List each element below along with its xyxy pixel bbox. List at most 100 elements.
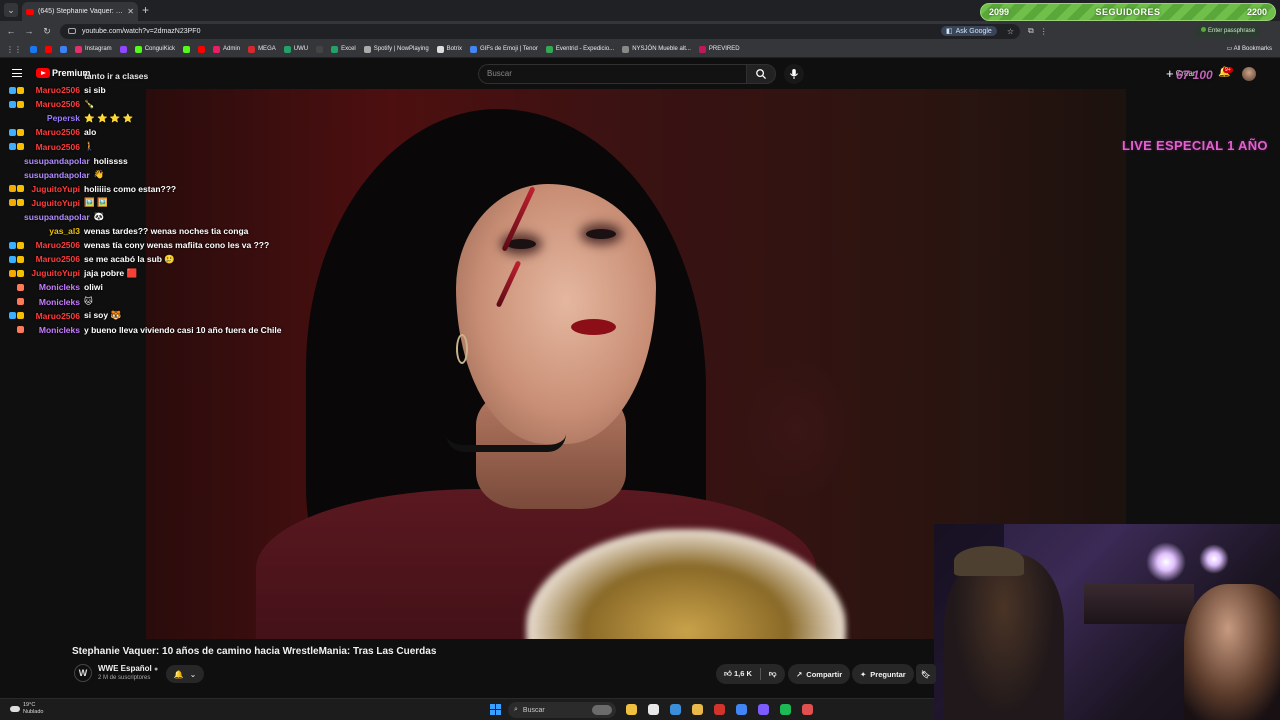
taskbar-app-icon[interactable] <box>648 704 659 715</box>
save-button[interactable]: 🔖︎ <box>916 664 936 684</box>
new-tab-button[interactable]: + <box>142 3 149 17</box>
chat-text: jaja pobre 🟥 <box>84 267 138 278</box>
bookmark-item[interactable]: UWU <box>283 45 308 53</box>
chat-message: Maruo2506 si sib <box>0 83 300 97</box>
channel-name[interactable]: WWE Español ● <box>98 664 158 673</box>
voice-search-button[interactable] <box>784 64 804 84</box>
taskbar-app-icon[interactable] <box>758 704 769 715</box>
bookmark-item[interactable] <box>119 45 127 53</box>
taskbar-app-icon[interactable] <box>692 704 703 715</box>
tab-search-button[interactable]: ⌄ <box>4 3 18 17</box>
bookmark-item[interactable] <box>183 45 191 53</box>
bookmark-item[interactable]: Excel <box>331 45 356 53</box>
back-icon[interactable]: ← <box>4 26 18 36</box>
reload-icon[interactable]: ↻ <box>40 26 54 37</box>
bookmark-item[interactable]: PREVIRED <box>698 45 740 53</box>
divider <box>759 668 761 680</box>
chat-username: Maruo2506 <box>35 240 80 251</box>
chat-badge-icon <box>9 312 16 320</box>
bookmark-item[interactable]: Admin <box>213 45 240 53</box>
taskbar-app-icon[interactable] <box>670 704 681 715</box>
bookmark-item[interactable]: ConguiKick <box>134 45 176 53</box>
chat-badges <box>0 312 24 320</box>
plus-icon: + <box>1166 66 1174 81</box>
all-bookmarks[interactable]: ▭ All Bookmarks <box>1227 45 1272 52</box>
video-title: Stephanie Vaquer: 10 años de camino haci… <box>72 646 437 657</box>
chat-message: yas_al3 wenas tardes?? wenas noches tia c… <box>0 224 300 238</box>
apps-icon[interactable]: ⋮⋮ <box>6 45 22 54</box>
account-avatar[interactable] <box>1242 67 1256 81</box>
bookmark-item[interactable] <box>60 45 67 53</box>
subscription-bell-button[interactable]: 🔔 ⌄ <box>166 665 204 683</box>
bookmark-favicon-icon <box>134 45 142 53</box>
ask-label: Preguntar <box>870 669 906 679</box>
bookmark-item[interactable]: Eventrid - Expedicio... <box>545 45 614 53</box>
verified-icon: ● <box>154 666 159 673</box>
tab-youtube[interactable]: (645) Stephanie Vaquer: 10 años ✕ <box>22 2 138 21</box>
forward-icon[interactable]: → <box>22 26 36 36</box>
bookmark-item[interactable]: NYSJÓN Mueble alt... <box>622 45 691 53</box>
bookmark-item[interactable]: Botrix <box>436 45 462 53</box>
weather-widget[interactable]: 19°C Nublado <box>10 702 44 716</box>
bookmark-favicon-icon <box>30 45 37 53</box>
chat-message: JuguitoYupi jaja pobre 🟥 <box>0 266 300 280</box>
taskbar-app-icon[interactable] <box>714 704 725 715</box>
windows-start-icon[interactable] <box>490 704 501 715</box>
chat-username: Maruo2506 <box>35 254 80 265</box>
taskbar-search[interactable]: ⌕ Buscar <box>508 702 616 718</box>
passphrase-button[interactable]: Enter passphrase <box>1196 26 1261 37</box>
chat-message: JuguitoYupi 🖼️ 🖼️ <box>0 196 300 210</box>
channel-avatar[interactable]: W <box>74 664 92 682</box>
taskbar-app-icon[interactable] <box>802 704 813 715</box>
ask-button[interactable]: ✦ Preguntar <box>852 664 914 684</box>
extensions-icon[interactable]: ⧉ <box>1028 26 1034 36</box>
bookmark-favicon-icon <box>316 45 324 53</box>
search-icon <box>756 69 767 80</box>
bookmark-favicon-icon <box>622 45 630 53</box>
share-button[interactable]: ↗ Compartir <box>788 664 851 684</box>
webcam-shelf <box>1084 584 1194 624</box>
chat-text: 🍾 <box>84 98 95 109</box>
bookmark-label: Instagram <box>85 46 112 52</box>
bookmark-item[interactable] <box>198 45 206 53</box>
bookmark-label: ConguiKick <box>144 46 176 52</box>
bookmark-item[interactable] <box>30 45 37 53</box>
chat-badges <box>0 255 24 263</box>
menu-icon[interactable]: ⋮ <box>1040 27 1048 36</box>
chat-text: 🚶 <box>84 141 95 152</box>
chat-badges <box>0 143 24 151</box>
address-bar[interactable]: youtube.com/watch?v=2dmazN23PF0 ◧ Ask Goo… <box>60 23 1020 39</box>
bookmark-item[interactable]: Instagram <box>75 45 112 53</box>
taskbar-app-icon[interactable] <box>780 704 791 715</box>
chat-text: 👋 <box>93 169 105 180</box>
chat-text: tanto ir a clases <box>84 71 149 82</box>
dislike-button[interactable]: 👎︎ <box>769 669 777 679</box>
bookmark-item[interactable]: MEGA <box>248 45 276 53</box>
chat-username: JuguitoYupi <box>31 183 80 194</box>
share-icon: ↗ <box>796 669 803 679</box>
bookmark-favicon-icon <box>183 45 191 53</box>
like-button[interactable]: 👍︎ 1,6 K <box>724 669 752 679</box>
chat-badge-icon <box>17 100 24 108</box>
bookmark-star-icon[interactable]: ☆ <box>1007 27 1014 36</box>
bookmark-item[interactable]: Spotify | NowPlaying <box>363 45 429 53</box>
chat-badge-icon <box>17 255 24 263</box>
ask-google-button[interactable]: ◧ Ask Google <box>941 26 997 36</box>
bookmark-favicon-icon <box>60 45 67 53</box>
site-info-icon[interactable] <box>68 28 76 34</box>
bookmark-item[interactable] <box>45 45 52 53</box>
taskbar-app-icon[interactable] <box>736 704 747 715</box>
close-tab-icon[interactable]: ✕ <box>127 7 134 16</box>
bookmark-item[interactable]: GIFs de Emoji | Tenor <box>470 45 538 53</box>
video-frame-lips <box>571 319 616 335</box>
taskbar-app-icon[interactable] <box>626 704 637 715</box>
bookmark-item[interactable] <box>316 45 324 53</box>
youtube-favicon-icon <box>26 8 34 15</box>
search-button[interactable] <box>746 64 776 84</box>
share-label: Compartir <box>806 669 843 679</box>
followers-goal-bar: 2099 SEGUIDORES 2200 <box>980 3 1276 21</box>
chat-badge-icon <box>17 128 24 136</box>
search-input[interactable]: Buscar <box>478 64 746 84</box>
chat-username: JuguitoYupi <box>31 197 80 208</box>
stream-overlay-counter: 67 100 <box>1176 68 1213 82</box>
